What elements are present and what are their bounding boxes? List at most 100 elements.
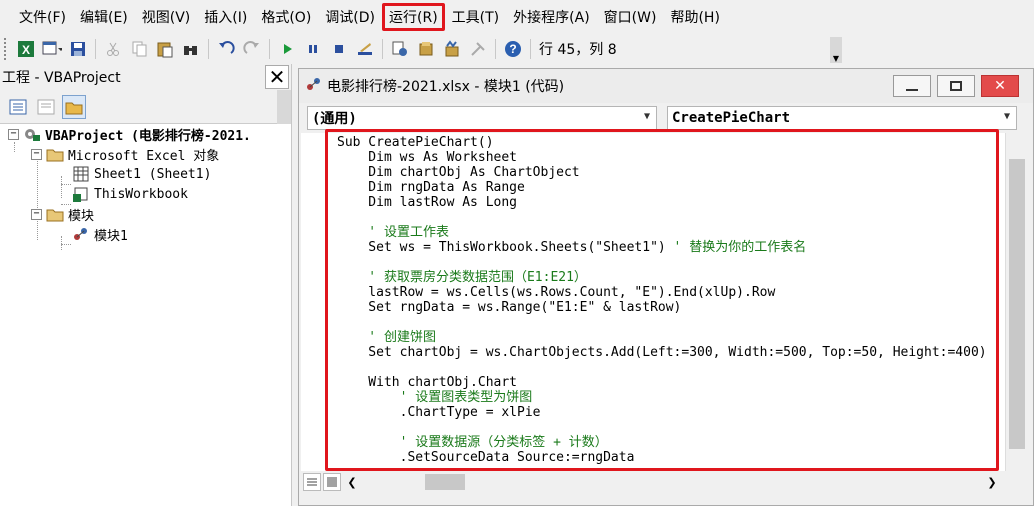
toolbox-icon[interactable] <box>468 39 488 59</box>
chevron-down-icon: ▼ <box>1003 111 1010 122</box>
scroll-left-button[interactable]: ❮ <box>343 473 361 491</box>
tree-item-sheet1[interactable]: Sheet1 (Sheet1) <box>72 164 211 184</box>
collapse-icon[interactable]: − <box>31 208 42 220</box>
code-combo-bar: (通用) ▼ CreatePieChart ▼ <box>299 103 1033 133</box>
code-line: Dim ws As Worksheet <box>337 150 987 165</box>
code-text: Set ws = ThisWorkbook.Sheets("Sheet1") <box>337 240 674 255</box>
toolbar-separator <box>495 39 496 59</box>
procedure-combo[interactable]: CreatePieChart ▼ <box>667 106 1017 130</box>
tree-item-module1[interactable]: 模块1 <box>72 224 128 244</box>
close-button[interactable]: ✕ <box>981 75 1019 97</box>
procedure-view-button[interactable] <box>303 473 321 491</box>
project-explorer-panel: 工程 - VBAProject ✕ − VBAProject (电影排行榜-20… <box>0 64 292 506</box>
help-icon[interactable]: ? <box>503 39 523 59</box>
properties-icon[interactable] <box>416 39 436 59</box>
code-comment: ' 创建饼图 <box>337 330 436 345</box>
copy-icon[interactable] <box>129 39 149 59</box>
menu-item[interactable]: 编辑(E) <box>73 3 135 31</box>
toolbar-grip[interactable] <box>4 38 7 60</box>
code-line: Sub CreatePieChart() <box>337 135 987 150</box>
menu-item[interactable]: 帮助(H) <box>663 3 726 31</box>
project-explorer-icon[interactable] <box>390 39 410 59</box>
find-icon[interactable] <box>181 39 201 59</box>
scrollbar[interactable] <box>277 90 291 124</box>
code-comment: ' 设置图表类型为饼图 <box>337 390 533 405</box>
tree-label: 模块1 <box>94 228 128 244</box>
object-combo[interactable]: (通用) ▼ <box>307 106 657 130</box>
run-icon[interactable] <box>277 39 297 59</box>
vbaproject-icon <box>23 126 41 142</box>
module-icon <box>72 226 90 242</box>
tree-item-thisworkbook[interactable]: ThisWorkbook <box>72 184 188 204</box>
redo-icon[interactable] <box>242 39 262 59</box>
view-code-button[interactable] <box>6 95 30 119</box>
tree-item-vbaproject[interactable]: − VBAProject (电影排行榜-2021. <box>8 124 251 144</box>
menu-item[interactable]: 外接程序(A) <box>506 3 597 31</box>
paste-icon[interactable] <box>155 39 175 59</box>
maximize-button[interactable] <box>937 75 975 97</box>
object-browser-icon[interactable] <box>442 39 462 59</box>
toolbar-separator <box>95 39 96 59</box>
menu-item[interactable]: 插入(I) <box>197 3 254 31</box>
scroll-right-button[interactable]: ❯ <box>983 473 1001 491</box>
collapse-icon[interactable]: − <box>31 148 42 160</box>
svg-text:?: ? <box>509 42 516 56</box>
vertical-scrollbar[interactable] <box>1005 133 1027 471</box>
code-text: Sub CreatePieChart() <box>337 135 494 150</box>
collapse-icon[interactable]: − <box>8 128 19 140</box>
view-excel-icon[interactable]: X <box>16 39 36 59</box>
project-explorer-title: 工程 - VBAProject <box>2 70 121 86</box>
code-text: Dim rngData As Range <box>337 180 525 195</box>
horizontal-scroll-thumb[interactable] <box>425 474 465 490</box>
menu-item[interactable]: 工具(T) <box>445 3 506 31</box>
menu-item[interactable]: 运行(R) <box>382 3 445 31</box>
vertical-scroll-thumb[interactable] <box>1009 159 1025 449</box>
toolbar-separator <box>382 39 383 59</box>
code-text: Dim ws As Worksheet <box>337 150 518 165</box>
reset-icon[interactable] <box>329 39 349 59</box>
undo-icon[interactable] <box>216 39 236 59</box>
chevron-left-icon: ❮ <box>347 475 357 489</box>
view-object-button[interactable] <box>34 95 58 119</box>
project-explorer-title-bar: 工程 - VBAProject ✕ <box>0 64 291 90</box>
code-text: .ChartType = xlPie <box>337 405 541 420</box>
toolbar-options-dropdown[interactable]: ▼ <box>830 37 842 63</box>
horizontal-scrollbar[interactable] <box>361 471 981 493</box>
menu-item[interactable]: 格式(O) <box>254 3 318 31</box>
tree-item-modules[interactable]: − 模块 <box>31 204 94 224</box>
toggle-folders-button[interactable] <box>62 94 86 119</box>
code-window: 电影排行榜-2021.xlsx - 模块1 (代码) ✕ (通用) ▼ Crea… <box>298 68 1034 506</box>
menu-item[interactable]: 调试(D) <box>318 3 382 31</box>
code-line: Set chartObj = ws.ChartObjects.Add(Left:… <box>337 345 986 360</box>
cut-icon[interactable] <box>103 39 123 59</box>
cursor-position-label: 行 45，列 8 <box>539 42 617 58</box>
code-text: .SetSourceData Source:=rngData <box>337 450 635 465</box>
code-line: Dim rngData As Range <box>337 180 987 195</box>
menu-item[interactable]: 文件(F) <box>12 3 73 31</box>
save-icon[interactable] <box>68 39 88 59</box>
minimize-button[interactable] <box>893 75 931 97</box>
menu-item[interactable]: 视图(V) <box>135 3 198 31</box>
horizontal-bar: ❮ ❯ <box>301 471 1027 493</box>
break-icon[interactable] <box>303 39 323 59</box>
code-text: Dim lastRow As Long <box>337 195 518 210</box>
tree-label: VBAProject (电影排行榜-2021. <box>45 128 251 144</box>
code-line: ' 获取票房分类数据范围（E1:E21） <box>337 270 987 285</box>
code-line: With chartObj.Chart <box>337 375 987 390</box>
code-comment: ' 设置数据源（分类标签 + 计数） <box>337 435 608 450</box>
close-panel-button[interactable]: ✕ <box>265 65 289 89</box>
code-editor[interactable]: Sub CreatePieChart() Dim ws As Worksheet… <box>301 129 1005 471</box>
menu-item[interactable]: 窗口(W) <box>597 3 664 31</box>
chevron-down-icon: ▼ <box>832 54 840 63</box>
full-module-view-button[interactable] <box>323 473 341 491</box>
insert-userform-icon[interactable] <box>42 39 62 59</box>
toolbar-separator <box>530 39 531 59</box>
close-icon: ✕ <box>994 78 1006 94</box>
toolbar-separator <box>269 39 270 59</box>
tree-item-excel-objects[interactable]: − Microsoft Excel 对象 <box>31 144 219 164</box>
code-line: Dim chartObj As ChartObject <box>337 165 987 180</box>
design-mode-icon[interactable] <box>355 39 375 59</box>
code-text: lastRow = ws.Cells(ws.Rows.Count, "E").E… <box>337 285 776 300</box>
